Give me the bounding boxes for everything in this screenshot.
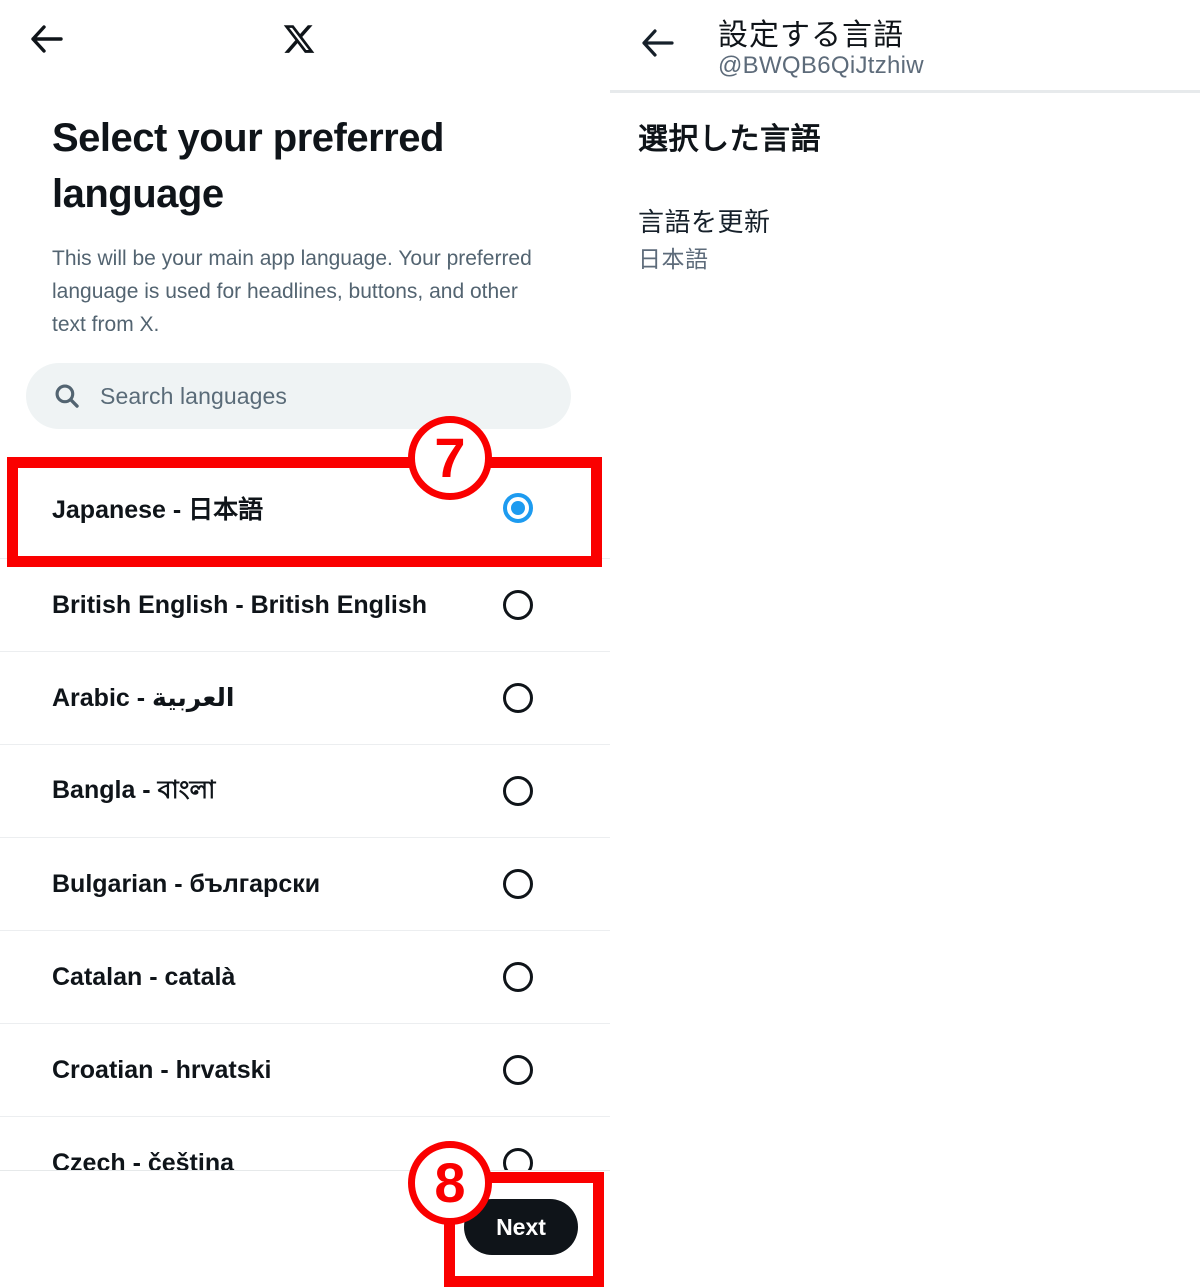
radio-button[interactable]	[503, 590, 533, 620]
left-topbar	[0, 0, 610, 78]
language-label: British English - British English	[52, 590, 428, 619]
language-selection-panel: Select your preferred language This will…	[0, 0, 610, 1287]
language-label: Catalan - català	[52, 962, 236, 991]
setting-item-value: 日本語	[638, 246, 709, 272]
language-label: Arabic - العربية	[52, 684, 235, 712]
language-option-british-english[interactable]: British English - British English	[0, 558, 610, 651]
language-option-catalan[interactable]: Catalan - català	[0, 930, 610, 1023]
screenshot-root: Select your preferred language This will…	[0, 0, 1200, 1287]
language-label: Croatian - hrvatski	[52, 1055, 272, 1084]
radio-button[interactable]	[503, 869, 533, 899]
search-input[interactable]: Search languages	[26, 363, 571, 429]
header-divider	[610, 90, 1200, 93]
radio-button[interactable]	[503, 683, 533, 713]
language-label: Bulgarian - български	[52, 869, 321, 898]
language-option-bulgarian[interactable]: Bulgarian - български	[0, 837, 610, 930]
radio-button[interactable]	[503, 1055, 533, 1085]
language-settings-panel: 設定する言語 @BWQB6QiJtzhiw 選択した言語 言語を更新 日本語	[610, 0, 1200, 1287]
back-arrow-icon[interactable]	[635, 22, 681, 64]
language-label: Japanese - 日本語	[52, 496, 264, 524]
language-label: Bangla - বাংলা	[52, 775, 216, 804]
radio-button-selected[interactable]	[503, 493, 533, 523]
section-title: 選択した言語	[638, 123, 821, 156]
account-handle: @BWQB6QiJtzhiw	[718, 52, 924, 79]
page-description: This will be your main app language. You…	[52, 247, 532, 336]
language-option-arabic[interactable]: Arabic - العربية	[0, 651, 610, 744]
setting-item-label[interactable]: 言語を更新	[638, 202, 771, 239]
language-option-croatian[interactable]: Croatian - hrvatski	[0, 1023, 610, 1116]
search-icon	[52, 381, 82, 411]
search-placeholder: Search languages	[100, 382, 288, 409]
language-option-bangla[interactable]: Bangla - বাংলা	[0, 744, 610, 837]
back-arrow-icon[interactable]	[24, 18, 70, 60]
next-button[interactable]: Next	[464, 1199, 578, 1255]
language-option-japanese[interactable]: Japanese - 日本語	[0, 458, 610, 558]
panel-title: 設定する言語	[718, 19, 904, 52]
language-list[interactable]: Japanese - 日本語 British English - British…	[0, 458, 610, 1209]
radio-button[interactable]	[503, 776, 533, 806]
radio-button[interactable]	[503, 962, 533, 992]
x-logo-icon[interactable]	[276, 16, 322, 62]
page-title: Select your preferred language	[52, 116, 444, 216]
